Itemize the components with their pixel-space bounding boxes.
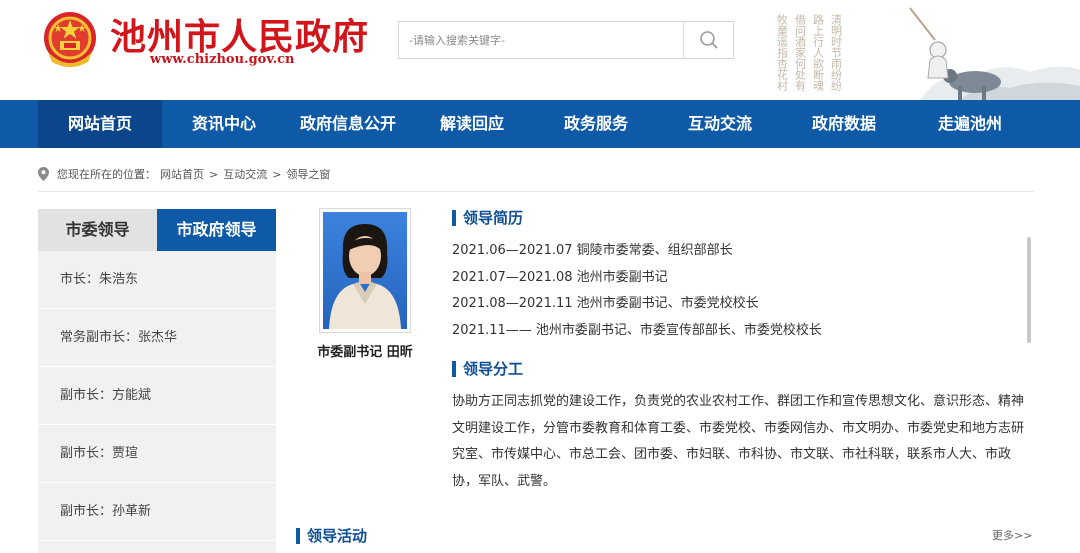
- nav-item-news[interactable]: 资讯中心: [162, 100, 286, 148]
- breadcrumb-link-home[interactable]: 网站首页: [160, 166, 204, 182]
- search-box: [398, 21, 734, 59]
- duty-text: 协助方正同志抓党的建设工作，负责党的农业农村工作、群团工作和宣传思想文化、意识形…: [452, 394, 1025, 489]
- resume-list: 2021.06—2021.07 铜陵市委常委、组织部部长 2021.07—202…: [452, 238, 1022, 344]
- duty-title: 领导分工: [452, 360, 523, 378]
- breadcrumb-prefix: 您现在所在的位置：: [57, 168, 156, 181]
- header-ink-painting: 牧童遥指杏花村 借问酒家何处有 路上行人欲断魂 清明时节雨纷纷: [770, 0, 1080, 100]
- breadcrumb-separator: >: [272, 167, 282, 181]
- resume-scrollbar-thumb[interactable]: [1027, 237, 1031, 343]
- art-poem-line: 清明时节雨纷纷: [830, 14, 843, 91]
- leader-tabs: 市委领导 市政府领导: [38, 209, 276, 251]
- resume-row: 2021.06—2021.07 铜陵市委常委、组织部部长: [452, 243, 733, 258]
- more-link[interactable]: 更多>>: [992, 527, 1032, 543]
- leader-portrait-image: [323, 212, 407, 329]
- resume-row: 2021.08—2021.11 池州市委副书记、市委党校校长: [452, 296, 759, 311]
- resume-row: 2021.07—2021.08 池州市委副书记: [452, 269, 668, 285]
- national-emblem-icon: [44, 12, 96, 67]
- main-nav: 网站首页 资讯中心 政府信息公开 解读回应 政务服务 互动交流 政府数据 走遍池…: [0, 100, 1080, 148]
- site-url: www.chizhou.gov.cn: [150, 52, 295, 67]
- breadcrumb-current[interactable]: 领导之窗: [286, 166, 330, 182]
- activity-title: 领导活动: [296, 527, 367, 545]
- nav-item-interpretation[interactable]: 解读回应: [410, 100, 534, 148]
- leader-list-item[interactable]: 市长：朱浩东: [38, 251, 276, 309]
- resume-title: 领导简历: [452, 209, 523, 227]
- leader-photo: [319, 208, 411, 333]
- breadcrumb-divider: [38, 191, 1034, 192]
- art-poem-line: 借问酒家何处有: [794, 14, 807, 92]
- ink-painting-icon: 牧童遥指杏花村 借问酒家何处有 路上行人欲断魂 清明时节雨纷纷: [770, 0, 1080, 100]
- search-icon: [699, 31, 718, 49]
- tab-gov-leaders[interactable]: 市政府领导: [157, 209, 276, 251]
- nav-item-services[interactable]: 政务服务: [534, 100, 658, 148]
- site-header: 池州市人民政府 www.chizhou.gov.cn 牧童遥指杏花村 借问酒家何…: [0, 0, 1080, 100]
- leader-list-item[interactable]: 副市长：贾瑄: [38, 425, 276, 483]
- resume-row: 2021.11—— 池州市委副书记、市委宣传部部长、市委党校校长: [452, 322, 822, 338]
- leader-list-item[interactable]: 副市长：方能斌: [38, 367, 276, 425]
- search-input[interactable]: [399, 22, 681, 58]
- leader-caption: 市委副书记 田昕: [317, 345, 413, 360]
- nav-item-interaction[interactable]: 互动交流: [658, 100, 782, 148]
- nav-item-home[interactable]: 网站首页: [38, 100, 162, 148]
- breadcrumb: 您现在所在的位置： 网站首页 > 互动交流 > 领导之窗: [38, 166, 330, 182]
- nav-item-gov-data[interactable]: 政府数据: [782, 100, 906, 148]
- leader-list: 市长：朱浩东 常务副市长：张杰华 副市长：方能斌 副市长：贾瑄 副市长：孙革新: [38, 251, 276, 553]
- location-pin-icon: [38, 167, 49, 181]
- nav-item-visit-chizhou[interactable]: 走遍池州: [906, 100, 1034, 148]
- nav-item-info-disclosure[interactable]: 政府信息公开: [286, 100, 410, 148]
- art-poem-line: 路上行人欲断魂: [812, 14, 825, 91]
- art-poem-line: 牧童遥指杏花村: [776, 13, 789, 91]
- leader-list-item[interactable]: 常务副市长：张杰华: [38, 309, 276, 367]
- breadcrumb-separator: >: [209, 167, 219, 181]
- search-button[interactable]: [683, 22, 733, 58]
- breadcrumb-link-interaction[interactable]: 互动交流: [223, 166, 267, 182]
- tab-party-leaders[interactable]: 市委领导: [38, 209, 157, 251]
- leader-list-item[interactable]: 副市长：孙革新: [38, 483, 276, 541]
